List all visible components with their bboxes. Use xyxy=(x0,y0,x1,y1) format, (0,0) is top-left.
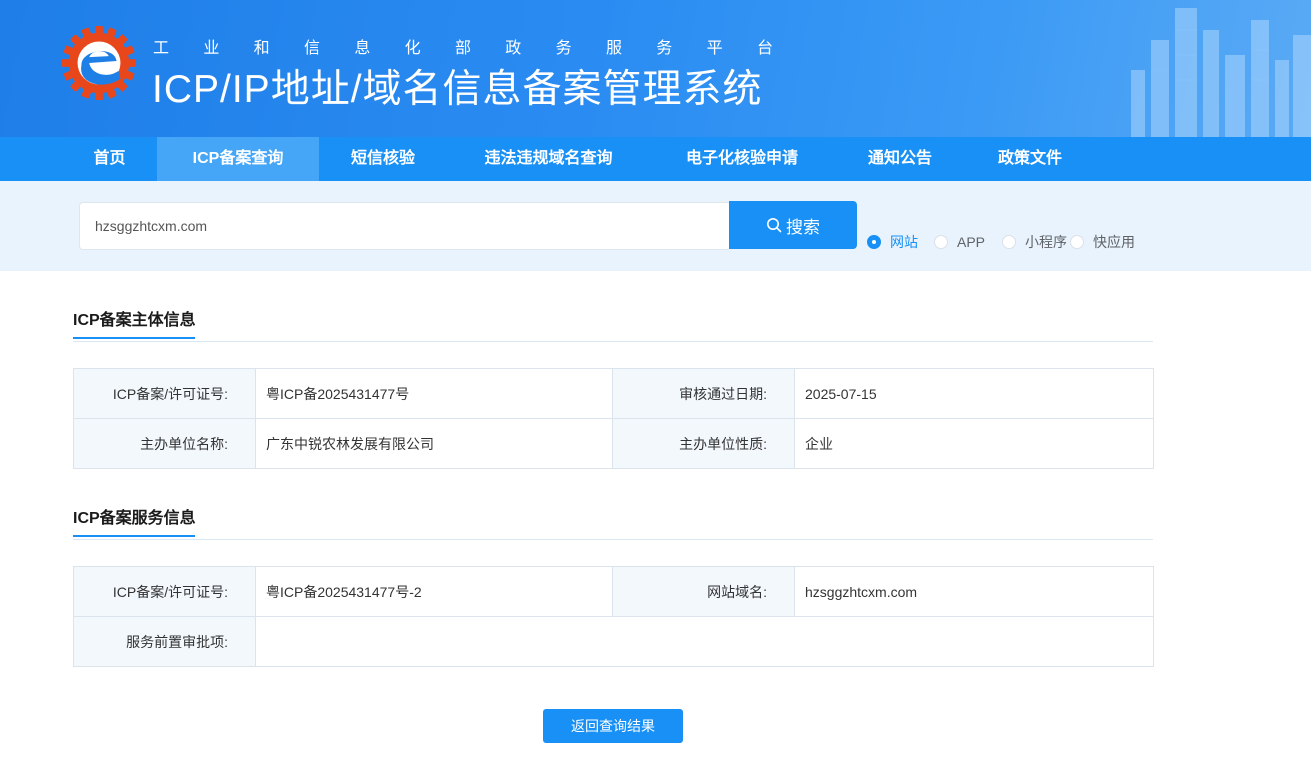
website-domain-label: 网站域名: xyxy=(612,566,795,617)
search-button[interactable]: 搜索 xyxy=(729,201,857,249)
subtitle-char: 政 xyxy=(505,40,522,57)
nav-item-e-verify-apply[interactable]: 电子化核验申请 xyxy=(650,137,834,181)
license-number-value: 粤ICP备2025431477号 xyxy=(255,368,613,419)
service-license-value: 粤ICP备2025431477号-2 xyxy=(255,566,613,617)
organizer-name-label: 主办单位名称: xyxy=(73,418,256,469)
subject-info-table: ICP备案/许可证号: 粤ICP备2025431477号 审核通过日期: 202… xyxy=(73,368,1154,469)
radio-dot xyxy=(1070,235,1084,249)
radio-dot xyxy=(934,235,948,249)
section-divider xyxy=(73,341,1153,342)
subtitle-char: 信 xyxy=(303,40,320,57)
radio-label: APP xyxy=(957,234,986,250)
search-icon xyxy=(767,218,782,233)
radio-label: 小程序 xyxy=(1025,234,1067,250)
subtitle-char: 部 xyxy=(454,40,471,57)
section-title-underline xyxy=(73,535,195,537)
subtitle-char: 化 xyxy=(404,40,421,57)
radio-label: 快应用 xyxy=(1093,234,1135,250)
site-header: 工 业 和 信 息 化 部 政 务 服 务 平 台 ICP/IP地址/域名信息备… xyxy=(0,0,1311,137)
radio-label: 网站 xyxy=(890,234,918,250)
organizer-name-value: 广东中锐农林发展有限公司 xyxy=(255,418,613,469)
subtitle-char: 服 xyxy=(605,40,622,57)
radio-quick-app[interactable]: 快应用 xyxy=(1070,233,1135,251)
ministry-subtitle: 工 业 和 信 息 化 部 政 务 服 务 平 台 xyxy=(153,34,773,58)
city-skyline-decoration xyxy=(1131,8,1311,137)
main-nav: 首页 ICP备案查询 短信核验 违法违规域名查询 电子化核验申请 通知公告 政策… xyxy=(0,137,1311,181)
logo-icon xyxy=(61,25,137,101)
section-title-underline xyxy=(73,337,195,339)
service-info-table: ICP备案/许可证号: 粤ICP备2025431477号-2 网站域名: hzs… xyxy=(73,566,1154,667)
subtitle-char: 平 xyxy=(706,40,723,57)
nav-item-policy-docs[interactable]: 政策文件 xyxy=(966,137,1094,181)
search-button-label: 搜索 xyxy=(786,217,820,237)
back-to-results-button[interactable]: 返回查询结果 xyxy=(543,709,683,743)
service-license-label: ICP备案/许可证号: xyxy=(73,566,256,617)
subtitle-char: 和 xyxy=(253,40,270,57)
section-title-service: ICP备案服务信息 xyxy=(73,504,196,537)
table-row: 主办单位名称: 广东中锐农林发展有限公司 主办单位性质: 企业 xyxy=(73,418,1154,469)
back-button-label: 返回查询结果 xyxy=(571,718,655,734)
section-title-subject: ICP备案主体信息 xyxy=(73,306,196,339)
radio-dot xyxy=(1002,235,1016,249)
subtitle-char: 工 xyxy=(153,40,170,57)
search-input[interactable] xyxy=(79,202,729,250)
table-row: ICP备案/许可证号: 粤ICP备2025431477号-2 网站域名: hzs… xyxy=(73,566,1154,617)
approval-date-value: 2025-07-15 xyxy=(794,368,1154,419)
organizer-type-label: 主办单位性质: xyxy=(612,418,795,469)
pre-approval-value xyxy=(255,616,1154,667)
table-row: 服务前置审批项: xyxy=(73,616,1154,667)
search-bar: 搜索 网站 APP 小程序 快应用 xyxy=(0,181,1311,271)
nav-item-home[interactable]: 首页 xyxy=(62,137,157,181)
subtitle-char: 息 xyxy=(354,40,371,57)
nav-item-illegal-domain-query[interactable]: 违法违规域名查询 xyxy=(447,137,650,181)
license-number-label: ICP备案/许可证号: xyxy=(73,368,256,419)
subtitle-char: 业 xyxy=(203,40,220,57)
section-title-text: ICP备案主体信息 xyxy=(73,312,196,329)
approval-date-label: 审核通过日期: xyxy=(612,368,795,419)
subtitle-char: 务 xyxy=(656,40,673,57)
subtitle-char: 台 xyxy=(756,40,773,57)
nav-item-notices[interactable]: 通知公告 xyxy=(834,137,966,181)
system-title: ICP/IP地址/域名信息备案管理系统 xyxy=(152,68,763,111)
website-domain-value: hzsggzhtcxm.com xyxy=(794,566,1154,617)
nav-item-icp-query[interactable]: ICP备案查询 xyxy=(157,137,319,181)
pre-approval-label: 服务前置审批项: xyxy=(73,616,256,667)
table-row: ICP备案/许可证号: 粤ICP备2025431477号 审核通过日期: 202… xyxy=(73,368,1154,419)
section-title-text: ICP备案服务信息 xyxy=(73,510,196,527)
subtitle-char: 务 xyxy=(555,40,572,57)
section-divider xyxy=(73,539,1153,540)
radio-website[interactable]: 网站 xyxy=(867,233,918,251)
radio-dot xyxy=(867,235,881,249)
radio-mini-program[interactable]: 小程序 xyxy=(1002,233,1067,251)
radio-app[interactable]: APP xyxy=(934,233,985,251)
nav-item-sms-verify[interactable]: 短信核验 xyxy=(319,137,447,181)
organizer-type-value: 企业 xyxy=(794,418,1154,469)
